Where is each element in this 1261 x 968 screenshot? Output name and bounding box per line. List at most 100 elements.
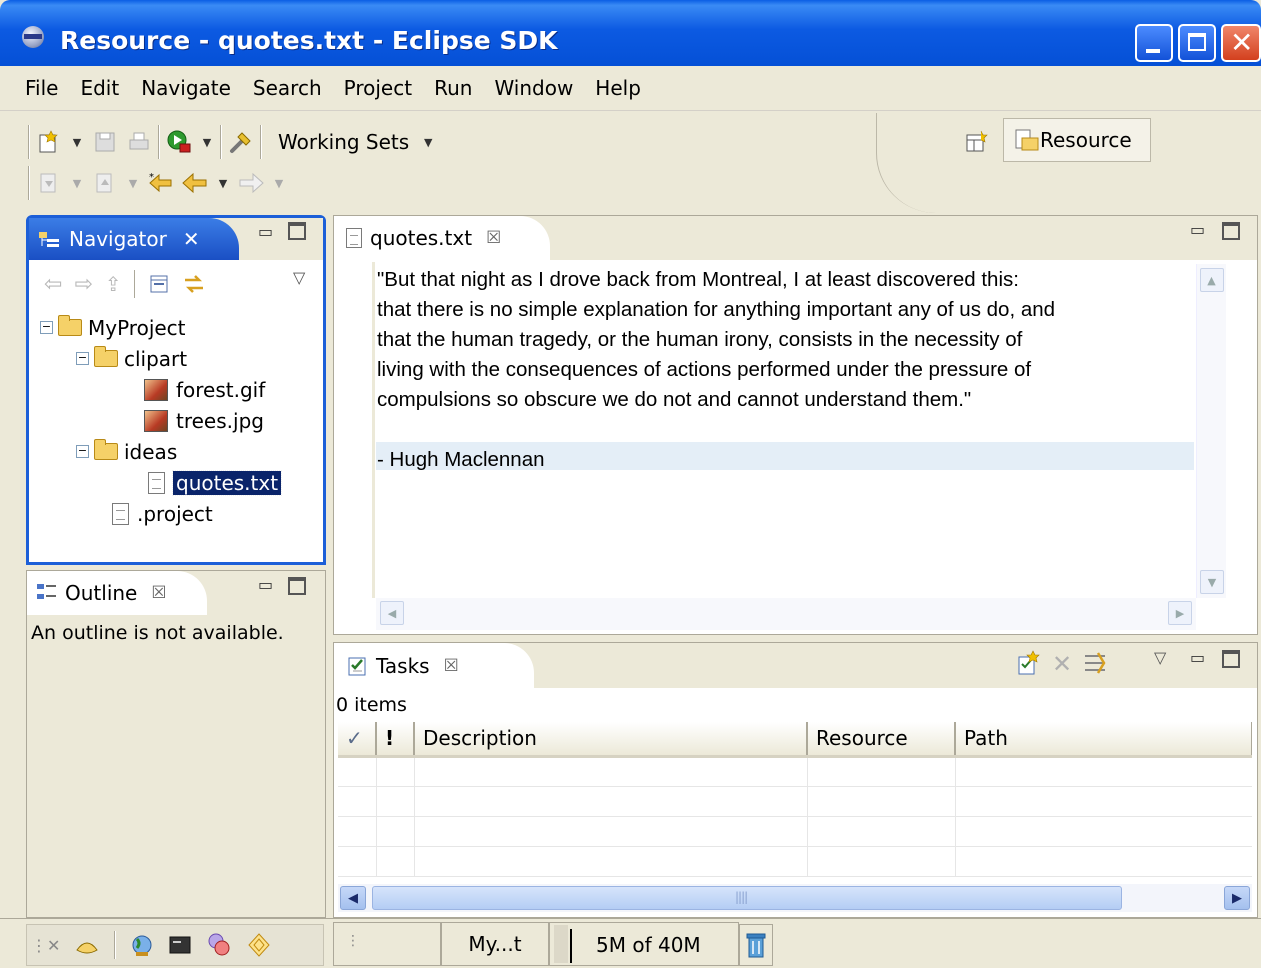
new-dropdown-arrow[interactable]: ▼	[68, 136, 86, 149]
bookmarks-globe-icon[interactable]	[130, 933, 154, 957]
tasks-scroll-thumb[interactable]: ||||	[372, 886, 1122, 910]
tasks-icon	[348, 657, 366, 675]
console-icon[interactable]	[168, 934, 192, 956]
close-button[interactable]: ✕	[1221, 24, 1261, 62]
collapse-icon[interactable]: −	[76, 352, 89, 365]
editor-minimize-button[interactable]: ▭	[1190, 220, 1205, 239]
scroll-down-arrow-icon[interactable]: ▼	[1200, 570, 1224, 594]
toolbar-separator	[158, 125, 160, 159]
menu-run[interactable]: Run	[423, 66, 483, 110]
resource-perspective-button[interactable]: Resource	[1003, 118, 1151, 162]
outline-maximize-button[interactable]	[288, 577, 306, 595]
back-dropdown-arrow[interactable]: ▼	[214, 177, 232, 190]
editor-maximize-button[interactable]	[1222, 222, 1240, 240]
title-bar[interactable]: Resource - quotes.txt - Eclipse SDK ✕	[0, 0, 1261, 66]
external-tools-button[interactable]	[226, 127, 256, 157]
menu-search[interactable]: Search	[242, 66, 333, 110]
back-button[interactable]	[180, 168, 210, 198]
column-completed[interactable]: ✓	[338, 722, 377, 758]
scroll-right-arrow-icon[interactable]: ▶	[1168, 601, 1192, 625]
open-perspective-button[interactable]	[962, 127, 992, 157]
navigator-maximize-button[interactable]	[288, 222, 306, 240]
run-garbage-collector-button[interactable]	[739, 924, 773, 966]
new-wizard-button[interactable]	[34, 127, 64, 157]
tab-quotes-txt[interactable]: quotes.txt ☒	[334, 216, 550, 260]
close-navigator-icon[interactable]: ✕	[183, 227, 200, 251]
tasks-minimize-button[interactable]: ▭	[1190, 648, 1205, 667]
tasks-maximize-button[interactable]	[1222, 650, 1240, 668]
tasks-scroll-left-icon[interactable]: ◀	[340, 886, 366, 910]
tree-item-quotes-txt[interactable]: quotes.txt	[36, 467, 320, 498]
menu-help[interactable]: Help	[584, 66, 652, 110]
close-icon: ✕	[1230, 26, 1254, 59]
tab-tasks[interactable]: Tasks ☒	[334, 643, 534, 688]
menu-window[interactable]: Window	[483, 66, 584, 110]
delete-task-icon[interactable]: ✕	[1052, 650, 1072, 678]
nav-forward-icon[interactable]: ⇨	[74, 272, 92, 297]
outline-minimize-button[interactable]: ▭	[258, 575, 273, 594]
collapse-all-icon[interactable]	[148, 273, 170, 295]
tree-item-forest-gif[interactable]: forest.gif	[36, 374, 320, 405]
working-sets-dropdown-arrow[interactable]: ▼	[419, 136, 437, 149]
menu-navigate[interactable]: Navigate	[130, 66, 242, 110]
navigator-toolbar: ⇦ ⇨ ⇪	[44, 270, 206, 298]
working-sets-label[interactable]: Working Sets	[278, 130, 409, 154]
run-button[interactable]	[164, 127, 194, 157]
menu-edit[interactable]: Edit	[69, 66, 130, 110]
close-editor-icon[interactable]: ☒	[486, 228, 501, 248]
show-view-icon[interactable]	[74, 934, 100, 956]
next-annotation-dropdown[interactable]: ▼	[68, 177, 86, 190]
menu-project[interactable]: Project	[333, 66, 423, 110]
maximize-button[interactable]	[1178, 24, 1216, 62]
tree-item-clipart[interactable]: − clipart	[36, 343, 320, 374]
last-edit-location-button[interactable]: *	[146, 168, 176, 198]
previous-annotation-dropdown[interactable]: ▼	[124, 177, 142, 190]
tab-navigator[interactable]: Navigator ✕	[29, 218, 239, 260]
nav-up-icon[interactable]: ⇪	[105, 272, 122, 296]
column-priority[interactable]: !	[376, 722, 415, 758]
forward-dropdown-arrow[interactable]: ▼	[270, 177, 288, 190]
nav-back-icon[interactable]: ⇦	[44, 272, 62, 297]
menu-bar: File Edit Navigate Search Project Run Wi…	[0, 66, 1261, 110]
tasks-view-menu-icon[interactable]: ▽	[1154, 648, 1166, 667]
problems-icon[interactable]	[206, 932, 232, 958]
save-button[interactable]	[90, 127, 120, 157]
editor-vertical-scrollbar[interactable]: ▲ ▼	[1196, 264, 1226, 598]
collapse-icon[interactable]: −	[76, 445, 89, 458]
add-task-icon[interactable]	[1014, 650, 1042, 678]
editor-text[interactable]: "But that night as I drove back from Mon…	[377, 265, 1193, 475]
close-outline-icon[interactable]: ☒	[151, 583, 166, 603]
tree-item-myproject[interactable]: − MyProject	[36, 312, 320, 343]
column-resource[interactable]: Resource	[807, 722, 956, 758]
menu-file[interactable]: File	[14, 66, 69, 110]
tasks-scroll-right-icon[interactable]: ▶	[1224, 886, 1250, 910]
tree-item-ideas[interactable]: − ideas	[36, 436, 320, 467]
navigator-view-menu-icon[interactable]: ▽	[293, 268, 305, 287]
scroll-left-arrow-icon[interactable]: ◀	[380, 601, 404, 625]
scroll-up-arrow-icon[interactable]: ▲	[1199, 268, 1224, 292]
tree-item-label-selected: quotes.txt	[171, 469, 283, 496]
next-annotation-button[interactable]	[34, 168, 64, 198]
editor-ruler-divider	[372, 262, 375, 598]
heap-status[interactable]: 5M of 40M	[549, 922, 739, 966]
search-view-icon[interactable]	[246, 932, 272, 958]
close-tasks-icon[interactable]: ☒	[444, 656, 459, 676]
run-dropdown-arrow[interactable]: ▼	[198, 136, 216, 149]
fast-view-grip-icon[interactable]: ⋮✕	[31, 936, 60, 955]
collapse-icon[interactable]: −	[40, 321, 53, 334]
print-button[interactable]	[124, 127, 154, 157]
navigator-minimize-button[interactable]: ▭	[258, 222, 273, 241]
link-with-editor-icon[interactable]	[182, 272, 206, 296]
editor-line: "But that night as I drove back from Mon…	[377, 268, 1019, 291]
minimize-button[interactable]	[1135, 24, 1173, 62]
previous-annotation-button[interactable]	[90, 168, 120, 198]
forward-button[interactable]	[236, 168, 266, 198]
column-path[interactable]: Path	[955, 722, 1252, 758]
tree-item-trees-jpg[interactable]: trees.jpg	[36, 405, 320, 436]
tree-item-project-file[interactable]: .project	[36, 498, 320, 529]
filter-icon[interactable]	[1082, 650, 1110, 678]
editor-horizontal-scrollbar[interactable]: ◀ ▶	[376, 598, 1196, 630]
tab-outline[interactable]: Outline ☒	[27, 571, 207, 615]
tasks-horizontal-scrollbar[interactable]: ◀ |||| ▶	[338, 884, 1252, 912]
column-description[interactable]: Description	[414, 722, 808, 758]
